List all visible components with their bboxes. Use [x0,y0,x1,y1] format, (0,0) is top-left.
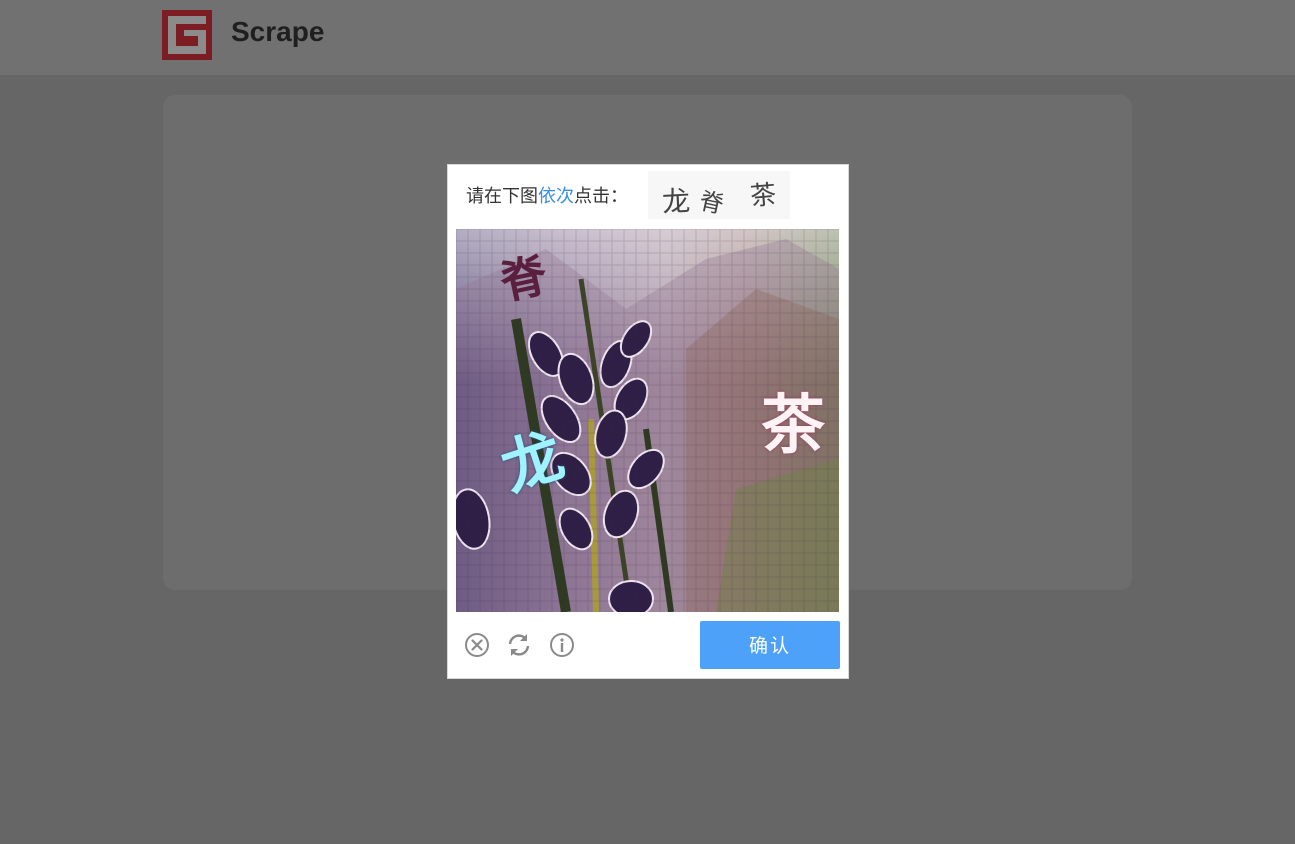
captcha-image[interactable]: 脊 茶 龙 [456,229,839,612]
refresh-icon[interactable] [506,632,532,658]
target-char-3: 茶 [748,179,778,213]
instruction-prefix: 请在下图 [466,186,538,207]
target-char-1: 龙 [661,184,691,219]
close-icon[interactable] [464,632,490,658]
target-characters: 龙 脊 茶 [648,171,790,219]
confirm-button[interactable]: 确认 [700,621,840,669]
target-char-2: 脊 [696,186,727,220]
scrape-logo-icon[interactable] [162,10,212,60]
instruction-highlight: 依次 [538,186,574,207]
instruction-suffix: 点击： [574,186,628,207]
captcha-instruction: 请在下图依次点击： [466,185,628,209]
brand-name[interactable]: Scrape [231,14,324,50]
info-icon[interactable] [549,632,575,658]
page-header: Scrape [0,0,1295,75]
captcha-footer: 确认 [448,620,848,670]
image-char-2[interactable]: 茶 [761,374,825,466]
captcha-dialog: 请在下图依次点击： 龙 脊 茶 脊 茶 龙 确认 [447,164,849,679]
